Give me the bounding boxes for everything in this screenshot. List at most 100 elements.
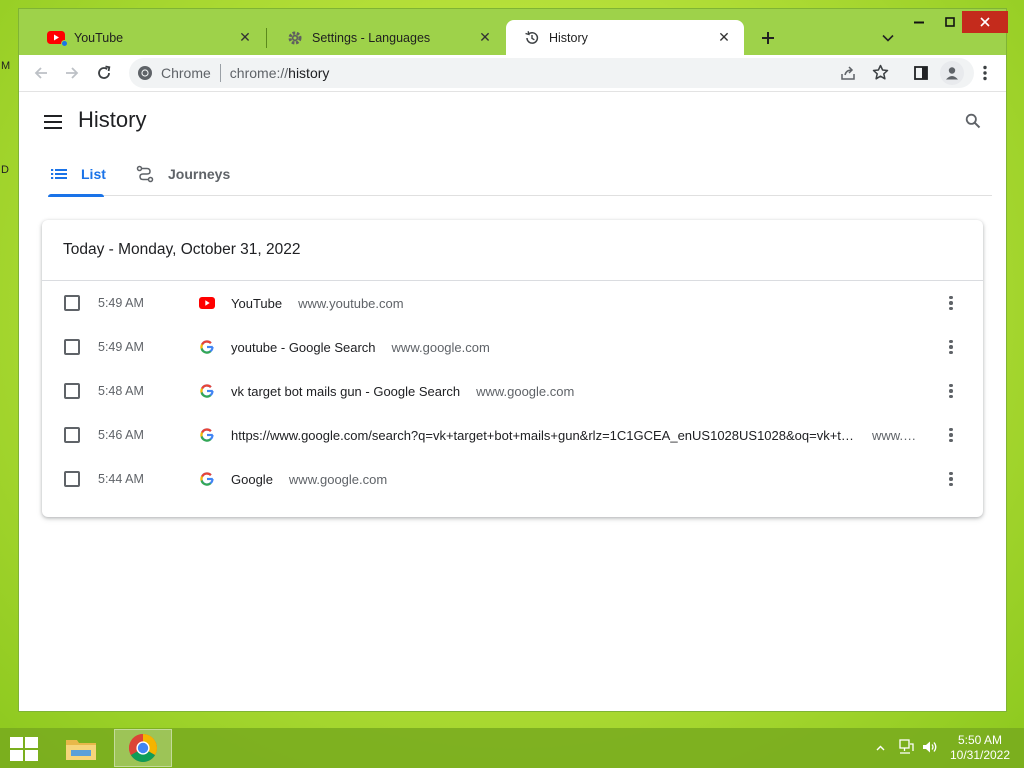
site-chip-label: Chrome bbox=[161, 65, 211, 81]
google-icon bbox=[199, 383, 215, 399]
history-entry[interactable]: 5:46 AM https://www.google.com/search?q=… bbox=[42, 413, 983, 457]
windows-start-button[interactable] bbox=[10, 737, 38, 761]
chrome-icon bbox=[129, 734, 157, 762]
tab-youtube[interactable]: YouTube ✕ bbox=[29, 20, 265, 55]
share-icon[interactable] bbox=[840, 65, 856, 81]
youtube-icon bbox=[47, 31, 68, 47]
clock-date: 10/31/2022 bbox=[949, 748, 1011, 762]
file-explorer-button[interactable] bbox=[52, 729, 110, 767]
chrome-icon bbox=[138, 66, 152, 80]
arrow-right-icon bbox=[66, 67, 79, 79]
tab-label: List bbox=[81, 166, 106, 182]
avatar-icon bbox=[946, 67, 958, 80]
entry-checkbox[interactable] bbox=[64, 339, 80, 355]
search-history-button[interactable] bbox=[961, 109, 985, 133]
entry-domain: www.google.com bbox=[872, 427, 920, 443]
history-tabs: List Journeys bbox=[48, 152, 992, 197]
url-text: chrome://history bbox=[230, 65, 330, 81]
entry-link[interactable]: vk target bot mails gun - Google Search … bbox=[231, 384, 929, 399]
entry-domain: www.google.com bbox=[391, 339, 490, 355]
more-actions-icon[interactable] bbox=[941, 469, 961, 489]
entry-domain: www.google.com bbox=[288, 471, 388, 487]
entry-title: YouTube bbox=[231, 295, 283, 311]
tab-list[interactable]: List bbox=[48, 152, 106, 197]
journeys-icon bbox=[136, 165, 154, 183]
more-actions-icon[interactable] bbox=[941, 293, 961, 313]
entry-title: youtube - Google Search bbox=[231, 339, 376, 355]
clock-time: 5:50 AM bbox=[957, 733, 1003, 747]
history-entry[interactable]: 5:49 AM youtube - Google Search www.goog… bbox=[42, 325, 983, 369]
url-scheme: chrome:// bbox=[229, 65, 289, 81]
chrome-taskbar-button[interactable] bbox=[114, 729, 172, 767]
chevron-up-icon[interactable] bbox=[876, 740, 885, 754]
folder-icon bbox=[66, 740, 96, 760]
close-icon bbox=[980, 17, 990, 27]
url-path: history bbox=[288, 65, 330, 81]
volume-icon[interactable] bbox=[921, 739, 938, 758]
entry-time: 5:48 AM bbox=[98, 384, 144, 398]
tab-label: Journeys bbox=[168, 166, 231, 182]
side-panel-button[interactable] bbox=[909, 61, 933, 85]
entry-domain: www.youtube.com bbox=[298, 295, 404, 311]
entry-checkbox[interactable] bbox=[64, 383, 80, 399]
list-icon bbox=[51, 168, 67, 180]
entry-checkbox[interactable] bbox=[64, 427, 80, 443]
tab-search-button[interactable] bbox=[876, 26, 900, 50]
entry-link[interactable]: YouTube www.youtube.com bbox=[231, 296, 929, 311]
entry-link[interactable]: youtube - Google Search www.google.com bbox=[231, 340, 929, 355]
entry-time: 5:49 AM bbox=[98, 296, 144, 310]
plus-icon bbox=[762, 32, 774, 44]
more-actions-icon[interactable] bbox=[941, 381, 961, 401]
tab-title: History bbox=[549, 30, 588, 45]
youtube-icon bbox=[199, 295, 215, 311]
entry-time: 5:44 AM bbox=[98, 472, 144, 486]
close-icon[interactable]: ✕ bbox=[477, 29, 493, 46]
entry-link[interactable]: Google www.google.com bbox=[231, 472, 929, 487]
history-entry[interactable]: 5:44 AM Google www.google.com bbox=[42, 457, 983, 501]
more-actions-icon[interactable] bbox=[941, 337, 961, 357]
desktop-icon-label: M bbox=[1, 60, 11, 72]
entry-title: vk target bot mails gun - Google Search bbox=[231, 383, 461, 399]
search-icon bbox=[965, 113, 981, 129]
more-actions-icon[interactable] bbox=[941, 425, 961, 445]
system-clock[interactable]: 5:50 AM 10/31/2022 bbox=[940, 733, 1020, 763]
forward-button[interactable] bbox=[60, 61, 84, 85]
taskbar: 5:50 AM 10/31/2022 bbox=[0, 728, 1024, 768]
star-icon[interactable] bbox=[872, 64, 889, 81]
history-card: Today - Monday, October 31, 2022 5:49 AM… bbox=[42, 220, 983, 517]
tab-journeys[interactable]: Journeys bbox=[136, 152, 230, 196]
network-icon[interactable] bbox=[898, 739, 914, 758]
chrome-menu-button[interactable] bbox=[973, 61, 997, 85]
tab-settings-languages[interactable]: Settings - Languages ✕ bbox=[269, 20, 505, 55]
entry-time: 5:46 AM bbox=[98, 428, 144, 442]
side-panel-icon bbox=[914, 66, 928, 80]
entry-checkbox[interactable] bbox=[64, 471, 80, 487]
browser-window: YouTube ✕ Settings - Languages ✕ History… bbox=[18, 8, 1008, 712]
close-icon[interactable]: ✕ bbox=[237, 29, 253, 46]
desktop-icon-label: D bbox=[1, 164, 9, 176]
entry-domain: www.google.com bbox=[476, 383, 575, 399]
reload-button[interactable] bbox=[92, 61, 116, 85]
tab-strip: YouTube ✕ Settings - Languages ✕ History… bbox=[19, 9, 1008, 55]
hamburger-menu-button[interactable] bbox=[41, 110, 65, 134]
maximize-button[interactable] bbox=[938, 11, 962, 33]
close-icon[interactable]: ✕ bbox=[716, 29, 732, 46]
history-entry[interactable]: 5:49 AM YouTube www.youtube.com bbox=[42, 281, 983, 325]
entry-link[interactable]: https://www.google.com/search?q=vk+targe… bbox=[231, 428, 929, 443]
new-tab-button[interactable] bbox=[756, 26, 780, 50]
back-button[interactable] bbox=[29, 61, 53, 85]
profile-button[interactable] bbox=[940, 61, 964, 85]
site-chip[interactable]: Chrome bbox=[137, 65, 211, 81]
minimize-button[interactable] bbox=[907, 11, 931, 33]
tab-history[interactable]: History ✕ bbox=[506, 20, 744, 55]
chevron-down-icon bbox=[882, 34, 894, 42]
entry-checkbox[interactable] bbox=[64, 295, 80, 311]
tab-title: Settings - Languages bbox=[312, 30, 431, 45]
close-window-button[interactable] bbox=[962, 11, 1008, 33]
google-icon bbox=[199, 427, 215, 443]
page-title: History bbox=[78, 107, 147, 132]
address-bar[interactable]: Chrome chrome://history bbox=[129, 58, 974, 88]
history-entry[interactable]: 5:48 AM vk target bot mails gun - Google… bbox=[42, 369, 983, 413]
tab-divider bbox=[266, 28, 267, 48]
history-page: History List Journeys Today - Monday, Oc… bbox=[19, 91, 1006, 711]
